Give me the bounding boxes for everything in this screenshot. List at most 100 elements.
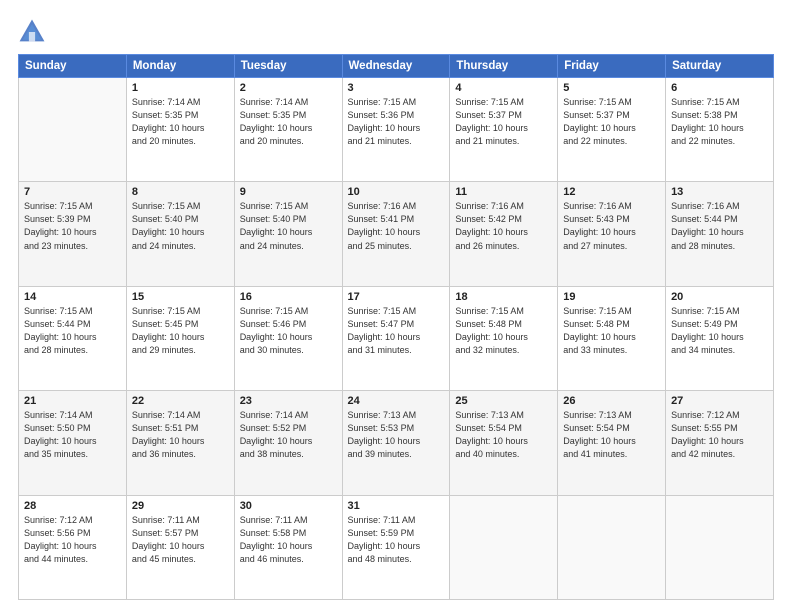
- day-number: 20: [671, 291, 768, 303]
- day-cell: 12 Sunrise: 7:16 AMSunset: 5:43 PMDayligh…: [558, 182, 666, 286]
- day-number: 2: [240, 82, 337, 94]
- day-info: Sunrise: 7:15 AMSunset: 5:49 PMDaylight:…: [671, 305, 768, 357]
- day-number: 30: [240, 500, 337, 512]
- day-info: Sunrise: 7:14 AMSunset: 5:52 PMDaylight:…: [240, 409, 337, 461]
- day-header-sunday: Sunday: [19, 55, 127, 78]
- day-number: 6: [671, 82, 768, 94]
- day-cell: [558, 495, 666, 599]
- day-cell: 18 Sunrise: 7:15 AMSunset: 5:48 PMDayligh…: [450, 286, 558, 390]
- day-header-monday: Monday: [126, 55, 234, 78]
- day-info: Sunrise: 7:13 AMSunset: 5:53 PMDaylight:…: [348, 409, 445, 461]
- day-info: Sunrise: 7:15 AMSunset: 5:46 PMDaylight:…: [240, 305, 337, 357]
- week-row-5: 28Sunrise: 7:12 AMSunset: 5:56 PMDayligh…: [19, 495, 774, 599]
- day-info: Sunrise: 7:15 AMSunset: 5:44 PMDaylight:…: [24, 305, 121, 357]
- day-info: Sunrise: 7:15 AMSunset: 5:36 PMDaylight:…: [348, 96, 445, 148]
- day-info: Sunrise: 7:11 AMSunset: 5:58 PMDaylight:…: [240, 514, 337, 566]
- day-info: Sunrise: 7:14 AMSunset: 5:35 PMDaylight:…: [132, 96, 229, 148]
- week-row-4: 21 Sunrise: 7:14 AMSunset: 5:50 PMDayligh…: [19, 391, 774, 495]
- day-info: Sunrise: 7:15 AMSunset: 5:40 PMDaylight:…: [132, 200, 229, 252]
- day-info: Sunrise: 7:15 AMSunset: 5:40 PMDaylight:…: [240, 200, 337, 252]
- day-cell: 10 Sunrise: 7:16 AMSunset: 5:41 PMDayligh…: [342, 182, 450, 286]
- day-number: 31: [348, 500, 445, 512]
- day-info: Sunrise: 7:15 AMSunset: 5:48 PMDaylight:…: [455, 305, 552, 357]
- day-number: 7: [24, 186, 121, 198]
- day-number: 12: [563, 186, 660, 198]
- day-number: 26: [563, 395, 660, 407]
- day-cell: 6Sunrise: 7:15 AMSunset: 5:38 PMDaylight…: [666, 78, 774, 182]
- week-row-2: 7 Sunrise: 7:15 AMSunset: 5:39 PMDaylight…: [19, 182, 774, 286]
- day-cell: 11 Sunrise: 7:16 AMSunset: 5:42 PMDayligh…: [450, 182, 558, 286]
- day-number: 11: [455, 186, 552, 198]
- day-number: 14: [24, 291, 121, 303]
- day-header-tuesday: Tuesday: [234, 55, 342, 78]
- calendar-table: SundayMondayTuesdayWednesdayThursdayFrid…: [18, 54, 774, 600]
- day-info: Sunrise: 7:12 AMSunset: 5:56 PMDaylight:…: [24, 514, 121, 566]
- day-cell: 28Sunrise: 7:12 AMSunset: 5:56 PMDayligh…: [19, 495, 127, 599]
- day-cell: 16Sunrise: 7:15 AMSunset: 5:46 PMDayligh…: [234, 286, 342, 390]
- day-cell: 21 Sunrise: 7:14 AMSunset: 5:50 PMDayligh…: [19, 391, 127, 495]
- day-cell: 24 Sunrise: 7:13 AMSunset: 5:53 PMDayligh…: [342, 391, 450, 495]
- day-number: 24: [348, 395, 445, 407]
- header-row: SundayMondayTuesdayWednesdayThursdayFrid…: [19, 55, 774, 78]
- day-info: Sunrise: 7:16 AMSunset: 5:42 PMDaylight:…: [455, 200, 552, 252]
- day-cell: 9 Sunrise: 7:15 AMSunset: 5:40 PMDaylight…: [234, 182, 342, 286]
- day-number: 23: [240, 395, 337, 407]
- day-number: 17: [348, 291, 445, 303]
- day-info: Sunrise: 7:16 AMSunset: 5:44 PMDaylight:…: [671, 200, 768, 252]
- day-info: Sunrise: 7:14 AMSunset: 5:50 PMDaylight:…: [24, 409, 121, 461]
- day-number: 22: [132, 395, 229, 407]
- day-info: Sunrise: 7:14 AMSunset: 5:35 PMDaylight:…: [240, 96, 337, 148]
- day-cell: [19, 78, 127, 182]
- header: [18, 18, 774, 46]
- day-number: 19: [563, 291, 660, 303]
- day-header-thursday: Thursday: [450, 55, 558, 78]
- day-cell: 8 Sunrise: 7:15 AMSunset: 5:40 PMDaylight…: [126, 182, 234, 286]
- day-cell: [450, 495, 558, 599]
- day-cell: 3 Sunrise: 7:15 AMSunset: 5:36 PMDaylight…: [342, 78, 450, 182]
- day-cell: 15Sunrise: 7:15 AMSunset: 5:45 PMDayligh…: [126, 286, 234, 390]
- day-cell: 27Sunrise: 7:12 AMSunset: 5:55 PMDayligh…: [666, 391, 774, 495]
- logo-icon: [18, 18, 46, 46]
- day-cell: [666, 495, 774, 599]
- day-number: 3: [348, 82, 445, 94]
- day-number: 8: [132, 186, 229, 198]
- day-number: 21: [24, 395, 121, 407]
- day-number: 10: [348, 186, 445, 198]
- logo: [18, 18, 50, 46]
- page: SundayMondayTuesdayWednesdayThursdayFrid…: [0, 0, 792, 612]
- day-cell: 20 Sunrise: 7:15 AMSunset: 5:49 PMDayligh…: [666, 286, 774, 390]
- day-header-saturday: Saturday: [666, 55, 774, 78]
- day-cell: 19 Sunrise: 7:15 AMSunset: 5:48 PMDayligh…: [558, 286, 666, 390]
- day-cell: 14 Sunrise: 7:15 AMSunset: 5:44 PMDayligh…: [19, 286, 127, 390]
- day-number: 13: [671, 186, 768, 198]
- day-info: Sunrise: 7:15 AMSunset: 5:37 PMDaylight:…: [563, 96, 660, 148]
- day-info: Sunrise: 7:15 AMSunset: 5:39 PMDaylight:…: [24, 200, 121, 252]
- day-info: Sunrise: 7:16 AMSunset: 5:43 PMDaylight:…: [563, 200, 660, 252]
- day-cell: 7 Sunrise: 7:15 AMSunset: 5:39 PMDaylight…: [19, 182, 127, 286]
- day-cell: 2 Sunrise: 7:14 AMSunset: 5:35 PMDaylight…: [234, 78, 342, 182]
- day-number: 15: [132, 291, 229, 303]
- day-number: 5: [563, 82, 660, 94]
- week-row-3: 14 Sunrise: 7:15 AMSunset: 5:44 PMDayligh…: [19, 286, 774, 390]
- day-cell: 5 Sunrise: 7:15 AMSunset: 5:37 PMDaylight…: [558, 78, 666, 182]
- day-number: 27: [671, 395, 768, 407]
- week-row-1: 1 Sunrise: 7:14 AMSunset: 5:35 PMDaylight…: [19, 78, 774, 182]
- day-info: Sunrise: 7:15 AMSunset: 5:48 PMDaylight:…: [563, 305, 660, 357]
- day-cell: 29Sunrise: 7:11 AMSunset: 5:57 PMDayligh…: [126, 495, 234, 599]
- day-info: Sunrise: 7:16 AMSunset: 5:41 PMDaylight:…: [348, 200, 445, 252]
- day-info: Sunrise: 7:11 AMSunset: 5:59 PMDaylight:…: [348, 514, 445, 566]
- day-info: Sunrise: 7:15 AMSunset: 5:37 PMDaylight:…: [455, 96, 552, 148]
- day-number: 4: [455, 82, 552, 94]
- day-cell: 4 Sunrise: 7:15 AMSunset: 5:37 PMDaylight…: [450, 78, 558, 182]
- day-info: Sunrise: 7:11 AMSunset: 5:57 PMDaylight:…: [132, 514, 229, 566]
- day-number: 18: [455, 291, 552, 303]
- day-cell: 13 Sunrise: 7:16 AMSunset: 5:44 PMDayligh…: [666, 182, 774, 286]
- day-cell: 17 Sunrise: 7:15 AMSunset: 5:47 PMDayligh…: [342, 286, 450, 390]
- day-info: Sunrise: 7:15 AMSunset: 5:47 PMDaylight:…: [348, 305, 445, 357]
- day-info: Sunrise: 7:13 AMSunset: 5:54 PMDaylight:…: [563, 409, 660, 461]
- day-number: 9: [240, 186, 337, 198]
- day-cell: 30 Sunrise: 7:11 AMSunset: 5:58 PMDayligh…: [234, 495, 342, 599]
- day-number: 1: [132, 82, 229, 94]
- day-info: Sunrise: 7:14 AMSunset: 5:51 PMDaylight:…: [132, 409, 229, 461]
- day-cell: 25Sunrise: 7:13 AMSunset: 5:54 PMDayligh…: [450, 391, 558, 495]
